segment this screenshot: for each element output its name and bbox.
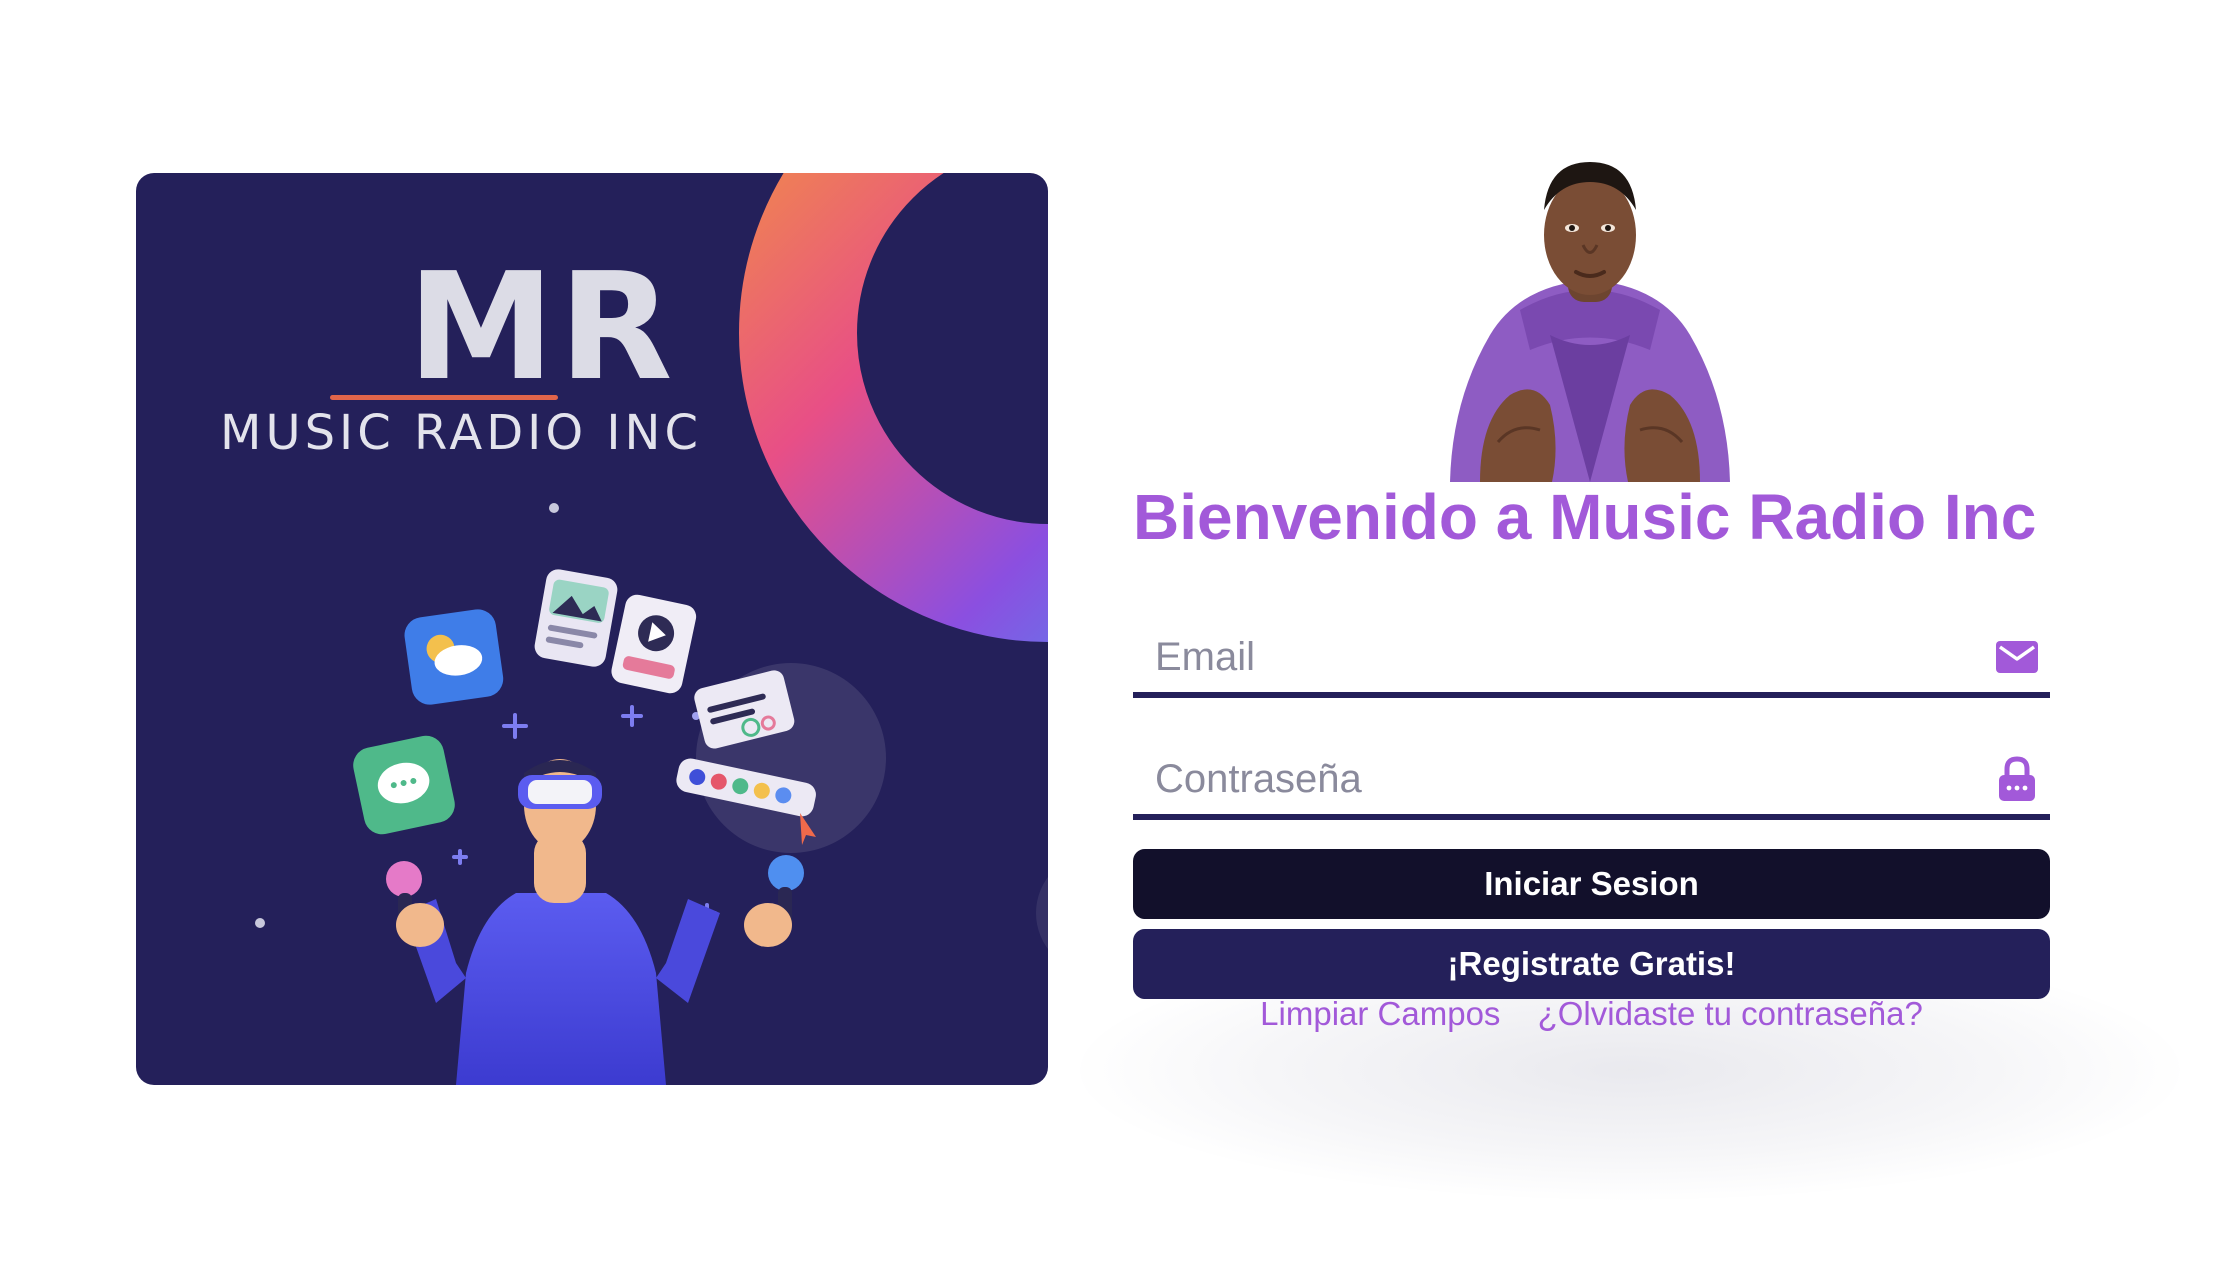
password-field	[1133, 748, 2050, 820]
password-input[interactable]	[1153, 748, 1957, 810]
clear-fields-link[interactable]: Limpiar Campos	[1260, 995, 1500, 1032]
logo-mark: MR	[407, 241, 677, 413]
image-card-icon	[534, 569, 618, 667]
decor-dot	[549, 503, 559, 513]
envelope-icon	[1996, 641, 2038, 673]
auth-links: Limpiar Campos ¿Olvidaste tu contraseña?	[1133, 995, 2050, 1033]
logo-subtitle: MUSIC RADIO INC	[220, 405, 702, 461]
lock-icon	[1999, 756, 2035, 801]
login-button[interactable]: Iniciar Sesion	[1133, 849, 2050, 919]
email-field	[1133, 626, 2050, 698]
login-page: MR MUSIC RADIO INC Bienvenido a Music Ra…	[0, 0, 2226, 1284]
promo-card: MR MUSIC RADIO INC	[136, 173, 1048, 1085]
play-card-icon	[611, 594, 697, 694]
gradient-ring	[739, 173, 1048, 642]
weather-app-icon	[404, 609, 504, 705]
welcome-title: Bienvenido a Music Radio Inc	[1133, 481, 2037, 553]
chat-app-icon	[353, 735, 455, 835]
logo-underline	[330, 395, 558, 400]
avatar-illustration	[1450, 162, 1730, 482]
forgot-password-link[interactable]: ¿Olvidaste tu contraseña?	[1538, 995, 1923, 1032]
decor-circle	[1036, 877, 1048, 949]
register-button[interactable]: ¡Registrate Gratis!	[1133, 929, 2050, 999]
decor-dot	[255, 918, 265, 928]
email-input[interactable]	[1153, 626, 1957, 688]
